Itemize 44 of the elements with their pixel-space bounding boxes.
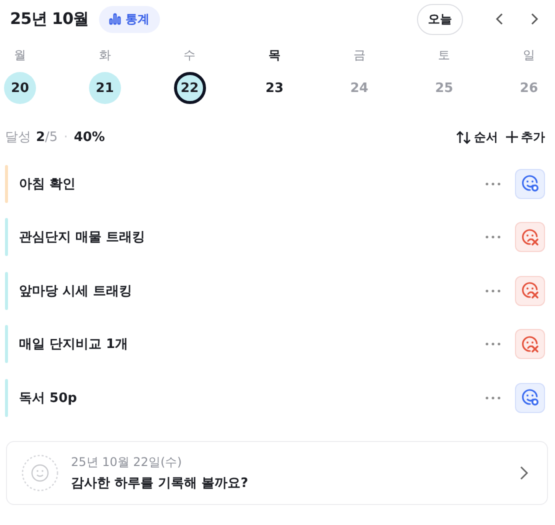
chevron-icon — [519, 464, 529, 480]
sort-button[interactable]: 순서 — [456, 128, 498, 146]
weekday-label: 금 — [353, 47, 366, 64]
percent-label: 40% — [74, 130, 105, 144]
smile-icon[interactable] — [515, 382, 545, 413]
weekday-label: 수 — [184, 47, 196, 64]
journal-date: 25년 10월 22일(수) — [71, 454, 183, 470]
weekday-label: 일 — [522, 47, 535, 64]
month-title: 25년 10월 — [10, 8, 89, 30]
separator: · — [64, 130, 68, 144]
task-name: 앞마당 시세 트래킹 — [19, 282, 134, 300]
add-button[interactable]: 추가 — [506, 128, 545, 146]
bar-chart-icon — [108, 13, 121, 25]
more-button[interactable] — [485, 288, 501, 293]
frown-icon[interactable] — [515, 276, 545, 306]
frown-icon[interactable] — [515, 329, 545, 360]
frown-icon[interactable] — [515, 222, 545, 252]
task-name: 아침 확인 — [19, 176, 77, 193]
sort-icon — [456, 130, 471, 144]
weekday-label: 월 — [14, 47, 26, 64]
plus-icon — [506, 131, 518, 143]
more-button[interactable] — [485, 342, 501, 346]
date-button[interactable]: 23 — [258, 72, 290, 104]
task-name: 관심단지 매물 트래킹 — [19, 229, 146, 246]
task-name: 독서 50p — [19, 390, 78, 407]
task-name: 매일 단지비교 1개 — [19, 336, 130, 354]
more-button[interactable] — [485, 235, 501, 240]
date-button[interactable]: 20 — [4, 72, 36, 104]
today-button[interactable]: 오늘 — [417, 4, 463, 34]
more-button[interactable] — [485, 396, 501, 400]
smile-icon[interactable] — [515, 168, 545, 199]
more-button[interactable] — [485, 182, 501, 186]
weekday-label: 토 — [438, 47, 450, 64]
journal-prompt: 감사한 하루를 기록해 볼까요? — [71, 474, 250, 492]
achievement-label: 달성 — [5, 129, 31, 146]
weekday-label: 목 — [268, 47, 280, 64]
smile-icon — [21, 454, 59, 492]
stats-button[interactable]: 통계 — [98, 6, 160, 32]
journal-card[interactable]: 25년 10월 22일(수) 감사한 하루를 기록해 볼까요? — [6, 440, 548, 504]
date-button[interactable]: 22 — [174, 72, 206, 104]
total-count: /5 — [45, 130, 58, 144]
done-count: 2 — [36, 130, 46, 144]
weekday-label: 화 — [98, 47, 111, 64]
date-button[interactable]: 21 — [88, 72, 121, 104]
